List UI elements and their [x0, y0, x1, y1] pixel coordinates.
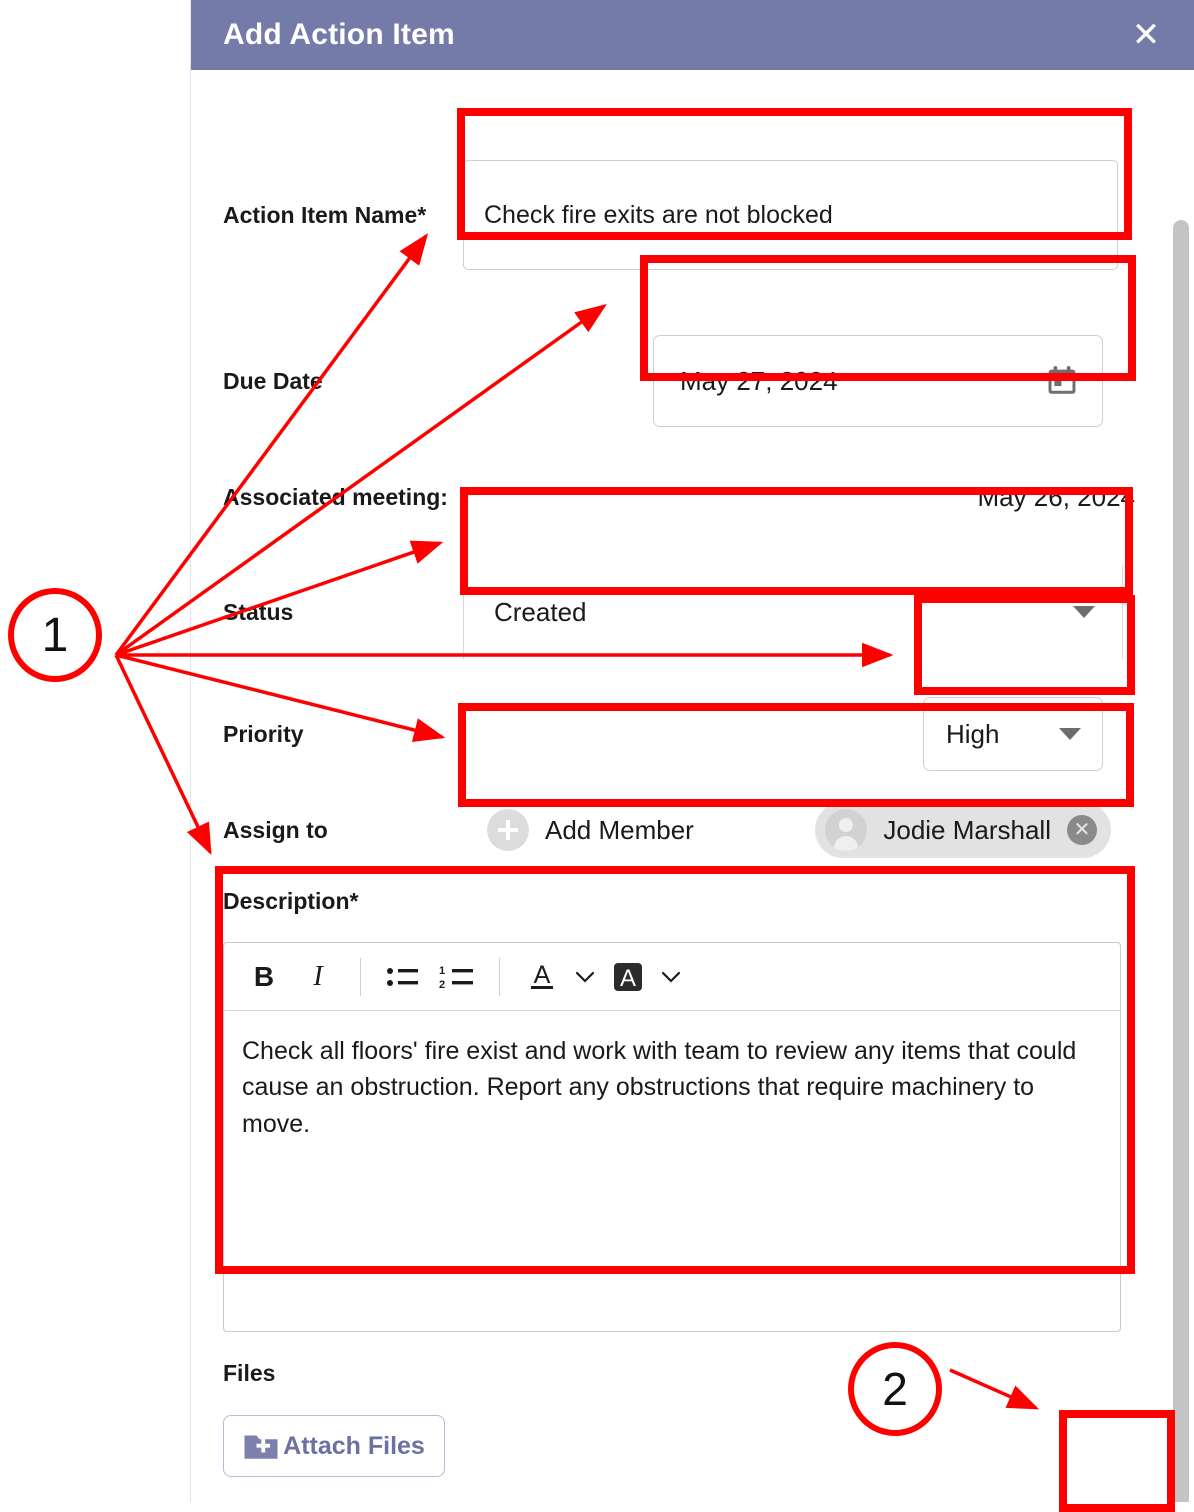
description-label: Description* [223, 888, 359, 914]
plus-circle-icon [487, 809, 529, 851]
remove-circle-icon[interactable]: ✕ [1067, 815, 1097, 845]
files-label: Files [223, 1360, 276, 1386]
calendar-icon[interactable] [1045, 364, 1079, 398]
bullet-list-icon[interactable] [379, 953, 427, 1001]
action-item-name-row: Action Item Name* [223, 160, 1163, 270]
assign-to-label: Assign to [223, 816, 328, 843]
member-name: Jodie Marshall [883, 814, 1051, 845]
chevron-down-icon[interactable] [658, 955, 684, 999]
description-toolbar: B I 1 2 A A [224, 943, 1120, 1011]
dialog-header: Add Action Item ✕ [191, 0, 1194, 70]
associated-meeting-label: Associated meeting: [223, 484, 448, 510]
svg-text:A: A [620, 965, 636, 992]
add-member-button[interactable]: Add Member [487, 809, 694, 851]
user-avatar-icon [825, 809, 868, 851]
action-item-name-input[interactable] [463, 160, 1118, 270]
attach-files-label: Attach Files [283, 1431, 425, 1460]
step-marker-2: 2 [848, 1342, 942, 1436]
priority-select[interactable] [923, 697, 1103, 771]
toolbar-divider [360, 957, 361, 996]
associated-meeting-value: May 26, 2024 [977, 482, 1135, 512]
due-date-input[interactable] [653, 335, 1103, 427]
dialog-body: Action Item Name* Due Date [191, 70, 1194, 1502]
action-item-name-label: Action Item Name* [223, 201, 427, 228]
description-editor: B I 1 2 A A Check all floors' fire exist… [223, 942, 1121, 1332]
associated-meeting-row: Associated meeting: May 26, 2024 [223, 482, 1135, 513]
priority-row: Priority [223, 697, 1194, 771]
add-action-item-dialog: Add Action Item ✕ Action Item Name* Due … [190, 0, 1194, 1502]
toolbar-divider [499, 957, 500, 996]
priority-field [923, 697, 1103, 771]
status-row: Status [223, 565, 1163, 659]
dialog-title: Add Action Item [223, 18, 455, 51]
add-member-label: Add Member [545, 814, 694, 845]
close-icon[interactable]: ✕ [1123, 12, 1169, 58]
folder-plus-icon [244, 1435, 278, 1459]
member-chip[interactable]: Jodie Marshall ✕ [815, 802, 1111, 858]
svg-text:A: A [534, 961, 551, 989]
status-select[interactable] [463, 565, 1123, 659]
assign-to-row: Assign to Add Member Jodie Marshall ✕ [223, 780, 1194, 880]
chevron-down-icon[interactable] [572, 955, 598, 999]
due-date-label: Due Date [223, 367, 323, 394]
italic-icon[interactable]: I [294, 953, 342, 1001]
priority-label: Priority [223, 720, 304, 747]
step-marker-1: 1 [8, 588, 102, 682]
bold-icon[interactable]: B [240, 953, 288, 1001]
text-color-icon[interactable]: A [518, 953, 566, 1001]
assign-to-field: Add Member Jodie Marshall ✕ [463, 780, 1123, 880]
attach-files-button[interactable]: Attach Files [223, 1415, 445, 1477]
numbered-list-icon[interactable]: 1 2 [433, 953, 481, 1001]
status-field [463, 565, 1123, 659]
screenshot-root: Add Action Item ✕ Action Item Name* Due … [0, 0, 1194, 1512]
highlight-color-icon[interactable]: A [604, 953, 652, 1001]
svg-text:2: 2 [439, 979, 445, 991]
due-date-field [653, 335, 1103, 427]
status-label: Status [223, 598, 294, 625]
svg-text:1: 1 [439, 965, 445, 977]
description-text[interactable]: Check all floors' fire exist and work wi… [224, 1011, 1120, 1331]
due-date-row: Due Date [223, 335, 1163, 427]
